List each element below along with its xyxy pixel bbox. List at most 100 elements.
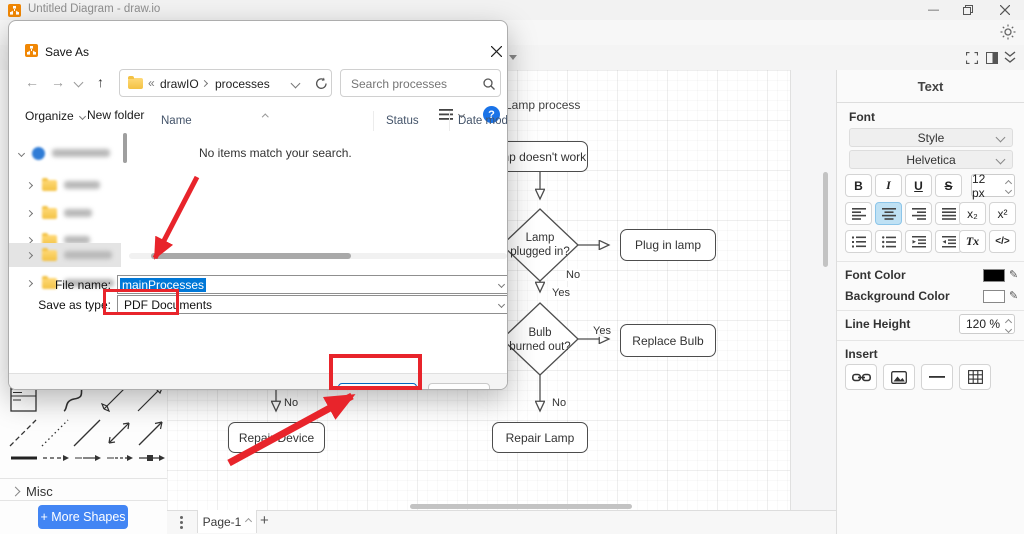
- pages-menu-icon[interactable]: [180, 514, 183, 531]
- save-as-type-dropdown[interactable]: PDF Documents: [117, 295, 508, 314]
- folder-icon: [42, 180, 57, 191]
- chevron-right-icon: [11, 486, 21, 496]
- flowchart-node-replace-bulb[interactable]: Replace Bulb: [620, 324, 716, 357]
- close-dialog-icon[interactable]: [491, 46, 502, 57]
- minimize-button[interactable]: —: [928, 4, 939, 16]
- html-code-button[interactable]: </>: [989, 230, 1016, 253]
- line-height-stepper[interactable]: [1006, 320, 1011, 332]
- strikethrough-button[interactable]: S: [935, 174, 962, 197]
- theme-toggle-sun-icon[interactable]: [1000, 24, 1016, 40]
- maximize-button[interactable]: [963, 5, 974, 16]
- underline-button[interactable]: U: [905, 174, 932, 197]
- address-dropdown-chevron-icon[interactable]: [291, 79, 301, 89]
- breadcrumb-root[interactable]: drawIO: [160, 77, 199, 91]
- close-window-button[interactable]: [1000, 5, 1010, 15]
- line-height-input[interactable]: 120 %: [959, 314, 1015, 334]
- cancel-button[interactable]: Cancel: [428, 383, 490, 390]
- zoom-dropdown-arrow-icon[interactable]: [509, 55, 517, 60]
- flowchart-node-bulb-burned[interactable]: Bulb burned out?: [502, 326, 578, 355]
- organize-menu[interactable]: Organize: [25, 107, 85, 125]
- numbered-list-button[interactable]: [845, 230, 872, 253]
- outdent-button[interactable]: [905, 230, 932, 253]
- drawio-logo-icon: [8, 4, 21, 17]
- column-header-date-modified[interactable]: Date modified: [458, 115, 508, 127]
- font-family-dropdown[interactable]: Helvetica: [849, 150, 1013, 169]
- breadcrumb-current[interactable]: processes: [215, 77, 270, 91]
- hide-folders-button[interactable]: Hide Folders: [37, 387, 105, 390]
- edit-pencil-icon[interactable]: ✎: [1009, 289, 1018, 302]
- align-left-button[interactable]: [845, 202, 872, 225]
- cloud-account-icon: [32, 147, 45, 160]
- background-color-swatch[interactable]: [983, 290, 1005, 303]
- add-page-button[interactable]: +: [260, 512, 269, 529]
- flowchart-node-repair-lamp[interactable]: Repair Lamp: [492, 422, 588, 453]
- sidebar-item-folder[interactable]: [9, 201, 121, 225]
- font-size-stepper[interactable]: [1006, 181, 1011, 193]
- vertical-scrollbar[interactable]: [823, 172, 828, 267]
- insert-horizontal-rule-button[interactable]: [921, 364, 953, 390]
- bold-button[interactable]: B: [845, 174, 872, 197]
- bullet-list-button[interactable]: [875, 230, 902, 253]
- address-bar[interactable]: « drawIO processes: [119, 69, 332, 97]
- shape-dashed-line[interactable]: [8, 418, 38, 448]
- save-button[interactable]: Save: [338, 383, 417, 390]
- flowchart-node-lamp-plugged[interactable]: Lamp plugged in?: [502, 231, 578, 260]
- diagram-title[interactable]: Lamp process: [505, 98, 580, 112]
- insert-link-button[interactable]: [845, 364, 877, 390]
- align-right-button[interactable]: [905, 202, 932, 225]
- edit-pencil-icon[interactable]: ✎: [1009, 268, 1018, 281]
- shape-double-arrow[interactable]: [104, 418, 134, 448]
- new-folder-button[interactable]: New folder: [87, 108, 144, 122]
- shape-dashed-arrow[interactable]: [42, 450, 70, 466]
- subscript-button[interactable]: x₂: [959, 202, 986, 225]
- font-size-input[interactable]: 12 px: [971, 174, 1015, 197]
- shape-dashed-link-edge[interactable]: [106, 450, 134, 466]
- sidebar-item-account[interactable]: [9, 141, 121, 165]
- save-as-type-value: PDF Documents: [124, 298, 212, 312]
- flowchart-node-plug-in-lamp[interactable]: Plug in lamp: [620, 229, 716, 261]
- view-mode-icon[interactable]: [439, 109, 453, 121]
- insert-image-button[interactable]: [883, 364, 915, 390]
- shape-arrow[interactable]: [136, 418, 166, 448]
- recent-locations-chevron-icon[interactable]: [74, 78, 84, 88]
- up-icon[interactable]: ↑: [97, 74, 104, 90]
- back-icon[interactable]: ←: [25, 74, 39, 90]
- column-separator[interactable]: [373, 111, 374, 131]
- collapse-toolbar-chevrons-icon[interactable]: [1004, 51, 1016, 65]
- shape-annotated-arrow[interactable]: [138, 450, 166, 466]
- file-name-input[interactable]: mainProcesses: [117, 275, 508, 294]
- indent-button[interactable]: [935, 230, 962, 253]
- shape-line[interactable]: [72, 418, 102, 448]
- format-panel-toggle-icon[interactable]: [986, 52, 998, 64]
- sidebar-scrollbar[interactable]: [123, 133, 127, 163]
- align-justify-button[interactable]: [935, 202, 962, 225]
- column-header-name[interactable]: Name: [161, 115, 192, 127]
- italic-button[interactable]: I: [875, 174, 902, 197]
- horizontal-scrollbar[interactable]: [410, 504, 632, 509]
- shape-link-edge[interactable]: [74, 450, 102, 466]
- align-center-button[interactable]: [875, 202, 902, 225]
- breadcrumb-collapsed[interactable]: «: [148, 76, 155, 90]
- refresh-icon[interactable]: [315, 77, 328, 90]
- insert-table-button[interactable]: [959, 364, 991, 390]
- more-shapes-button[interactable]: + More Shapes: [38, 505, 128, 529]
- clear-formatting-button[interactable]: Tx: [959, 230, 986, 253]
- page-tab[interactable]: Page-1: [197, 510, 257, 533]
- list-scrollbar-track[interactable]: [129, 253, 507, 259]
- fullscreen-icon[interactable]: [966, 52, 978, 64]
- search-input[interactable]: [349, 74, 478, 94]
- format-tab-text[interactable]: Text: [837, 70, 1024, 103]
- flowchart-node-repair-device[interactable]: Repair Device: [228, 422, 325, 453]
- sidebar-item-folder-selected[interactable]: [9, 243, 121, 267]
- font-color-swatch[interactable]: [983, 269, 1005, 282]
- shape-bold-line[interactable]: [10, 450, 38, 466]
- column-header-status[interactable]: Status: [386, 115, 419, 127]
- list-scrollbar-thumb[interactable]: [151, 253, 351, 259]
- column-separator[interactable]: [449, 111, 450, 131]
- sidebar-item-folder[interactable]: [9, 173, 121, 197]
- misc-section-header[interactable]: Misc: [12, 482, 53, 500]
- superscript-button[interactable]: x²: [989, 202, 1016, 225]
- forward-icon[interactable]: →: [51, 74, 65, 90]
- shape-dotted-line[interactable]: [40, 418, 70, 448]
- style-dropdown[interactable]: Style: [849, 128, 1013, 147]
